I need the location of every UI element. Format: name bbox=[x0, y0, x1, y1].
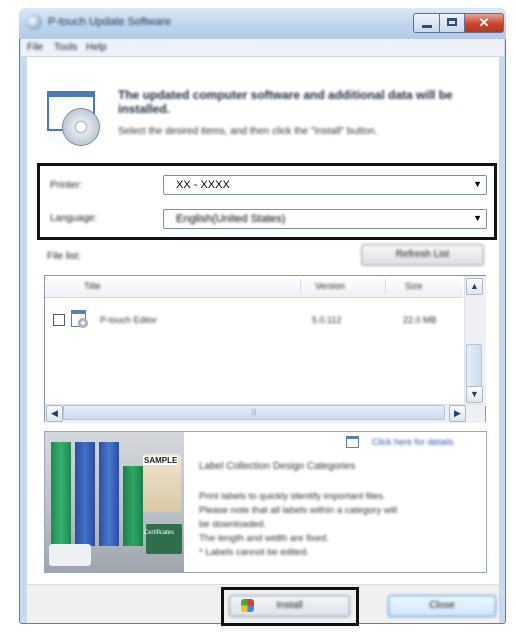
header-subtitle: Select the desired items, and then click… bbox=[118, 126, 378, 137]
row-title[interactable]: P-touch Editor bbox=[100, 315, 157, 325]
column-version[interactable]: Version bbox=[315, 281, 345, 291]
file-list-label: File list: bbox=[47, 251, 81, 262]
menu-file[interactable]: File bbox=[27, 42, 43, 53]
blue-binder bbox=[75, 442, 95, 546]
app-icon bbox=[26, 14, 42, 30]
scroll-up-icon[interactable]: ▲ bbox=[466, 278, 483, 295]
printer-select[interactable]: XX - XXXX ▼ bbox=[163, 175, 487, 195]
info-line: be downloaded. bbox=[199, 519, 267, 530]
column-size[interactable]: Size bbox=[405, 281, 423, 291]
label-printer bbox=[49, 544, 91, 566]
header-title: The updated computer software and additi… bbox=[118, 88, 453, 116]
row-disc-icon bbox=[78, 318, 88, 328]
cd-disc-icon bbox=[62, 108, 100, 146]
column-title[interactable]: Title bbox=[84, 281, 101, 291]
document-cd-icon[interactable] bbox=[346, 436, 359, 448]
column-separator bbox=[300, 279, 301, 294]
details-link[interactable]: Click here for details bbox=[372, 437, 454, 447]
scroll-right-icon[interactable]: ▶ bbox=[449, 405, 466, 422]
minimize-button[interactable] bbox=[413, 13, 440, 33]
shield-icon bbox=[241, 599, 254, 612]
language-value: English(United States) bbox=[176, 213, 286, 225]
close-window-button[interactable]: ✕ bbox=[464, 13, 504, 33]
printer-label: Printer: bbox=[50, 180, 83, 191]
language-label: Language: bbox=[50, 213, 98, 224]
menu-help[interactable]: Help bbox=[86, 42, 107, 53]
column-separator bbox=[385, 279, 386, 294]
close-button[interactable]: Close bbox=[388, 595, 496, 617]
green-binder bbox=[51, 442, 71, 546]
maximize-button[interactable] bbox=[439, 13, 465, 33]
menu-tools[interactable]: Tools bbox=[54, 42, 77, 53]
window-title: P-touch Update Software bbox=[48, 16, 171, 28]
scroll-left-icon[interactable]: ◀ bbox=[46, 405, 63, 422]
info-line: Print labels to quickly identify importa… bbox=[199, 491, 386, 502]
info-line: Please note that all labels within a cat… bbox=[199, 505, 398, 516]
row-checkbox[interactable] bbox=[53, 314, 65, 326]
dropdown-arrow-icon: ▼ bbox=[473, 179, 482, 189]
blue-binder bbox=[99, 442, 119, 546]
language-select[interactable]: English(United States) ▼ bbox=[163, 209, 487, 229]
row-size: 22.0 MB bbox=[403, 315, 437, 325]
photo-label-sample: SAMPLE bbox=[143, 456, 179, 465]
green-binder bbox=[123, 466, 143, 546]
refresh-list-button[interactable]: Refresh List bbox=[361, 244, 484, 266]
info-title: Label Collection Design Categories bbox=[199, 461, 356, 472]
list-header bbox=[45, 276, 463, 298]
dropdown-arrow-icon: ▼ bbox=[473, 213, 482, 223]
info-line: The length and width are fixed. bbox=[199, 533, 329, 544]
minimize-icon bbox=[422, 25, 432, 28]
printer-value: XX - XXXX bbox=[176, 179, 230, 191]
horizontal-scroll-thumb[interactable]: ||| bbox=[63, 405, 445, 420]
info-line: * Labels cannot be edited. bbox=[199, 547, 309, 558]
photo-label-certificates: Certificates bbox=[144, 530, 175, 536]
scroll-down-icon[interactable]: ▼ bbox=[466, 386, 483, 403]
label-collection-photo: SAMPLE Certificates bbox=[45, 432, 184, 572]
maximize-icon bbox=[447, 18, 457, 26]
row-version: 5.0.112 bbox=[312, 315, 342, 325]
green-box bbox=[146, 524, 182, 554]
